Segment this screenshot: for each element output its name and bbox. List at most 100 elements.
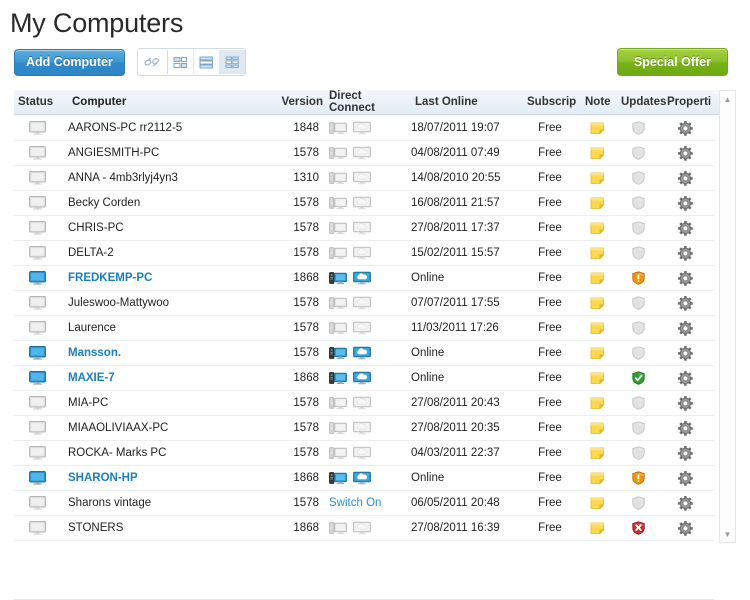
updates-shield-icon[interactable] [631,346,645,360]
note-icon[interactable] [590,171,605,185]
properties-cell[interactable] [661,195,709,211]
updates-shield-icon[interactable] [631,471,645,485]
direct-connect-cloud-icon[interactable] [353,121,371,135]
note-icon[interactable] [590,396,605,410]
gear-icon[interactable] [677,195,693,211]
gear-icon[interactable] [677,445,693,461]
note-icon[interactable] [590,196,605,210]
gear-icon[interactable] [677,245,693,261]
computer-name-cell[interactable]: FREDKEMP-PC [60,272,275,284]
direct-connect-cloud-icon[interactable] [353,296,371,310]
gear-icon[interactable] [677,345,693,361]
updates-cell[interactable] [615,246,661,260]
direct-connect-pc-icon[interactable] [329,196,347,210]
properties-cell[interactable] [661,170,709,186]
direct-connect-cloud-icon[interactable] [353,246,371,260]
direct-connect-pc-icon[interactable] [329,371,347,385]
note-icon[interactable] [590,271,605,285]
gear-icon[interactable] [677,295,693,311]
view-compact-button[interactable] [219,50,245,74]
properties-cell[interactable] [661,270,709,286]
column-header-last-online[interactable]: Last Online [405,96,525,108]
column-header-direct-connect[interactable]: Direct Connect [323,90,405,114]
note-cell[interactable] [579,196,615,210]
column-header-note[interactable]: Note [585,96,621,108]
note-cell[interactable] [579,346,615,360]
note-cell[interactable] [579,421,615,435]
gear-icon[interactable] [677,145,693,161]
direct-connect-pc-icon[interactable] [329,421,347,435]
updates-shield-icon[interactable] [631,421,645,435]
link-icon-button[interactable] [137,50,168,74]
properties-cell[interactable] [661,120,709,136]
note-icon[interactable] [590,246,605,260]
direct-connect-pc-icon[interactable] [329,396,347,410]
properties-cell[interactable] [661,445,709,461]
table-row[interactable]: Juleswoo-Mattywoo 1578 07/07/2011 17:55 Fre… [14,291,714,316]
switch-on-link[interactable]: Switch On [329,497,381,509]
note-icon[interactable] [590,421,605,435]
table-row[interactable]: MIA-PC 1578 27/08/2011 20:43 Free [14,391,714,416]
gear-icon[interactable] [677,220,693,236]
column-header-computer[interactable]: Computer [64,96,279,108]
updates-shield-icon[interactable] [631,521,645,535]
note-icon[interactable] [590,296,605,310]
note-icon[interactable] [590,471,605,485]
table-row[interactable]: CHRIS-PC 1578 27/08/2011 17:37 Free [14,216,714,241]
table-row[interactable]: AARONS-PC rr2112-5 1848 18/07/2011 19:07 Fr… [14,115,714,141]
note-icon[interactable] [590,521,605,535]
note-icon[interactable] [590,496,605,510]
gear-icon[interactable] [677,470,693,486]
updates-cell[interactable] [615,296,661,310]
gear-icon[interactable] [677,420,693,436]
note-icon[interactable] [590,121,605,135]
direct-connect-pc-icon[interactable] [329,246,347,260]
table-row[interactable]: MAXIE-7 1868 Online Free [14,366,714,391]
direct-connect-pc-icon[interactable] [329,321,347,335]
properties-cell[interactable] [661,345,709,361]
computer-name-cell[interactable]: STONERS [60,522,275,534]
updates-shield-icon[interactable] [631,371,645,385]
properties-cell[interactable] [661,220,709,236]
table-row[interactable]: DELTA-2 1578 15/02/2011 15:57 Free [14,241,714,266]
gear-icon[interactable] [677,495,693,511]
updates-cell[interactable] [615,421,661,435]
gear-icon[interactable] [677,120,693,136]
properties-cell[interactable] [661,145,709,161]
gear-icon[interactable] [677,395,693,411]
note-icon[interactable] [590,371,605,385]
computer-name-cell[interactable]: DELTA-2 [60,247,275,259]
note-cell[interactable] [579,471,615,485]
updates-shield-icon[interactable] [631,446,645,460]
direct-connect-pc-icon[interactable] [329,446,347,460]
scroll-up-arrow[interactable]: ▲ [720,91,735,107]
table-row[interactable]: Mansson. 1578 Online Free [14,341,714,366]
table-row[interactable]: Laurence 1578 11/03/2011 17:26 Free [14,316,714,341]
computer-name-cell[interactable]: Sharons vintage [60,497,275,509]
computer-name-cell[interactable]: ANNA - 4mb3rlyj4yn3 [60,172,275,184]
direct-connect-cloud-icon[interactable] [353,171,371,185]
updates-shield-icon[interactable] [631,296,645,310]
note-icon[interactable] [590,146,605,160]
updates-cell[interactable] [615,396,661,410]
updates-shield-icon[interactable] [631,321,645,335]
updates-cell[interactable] [615,221,661,235]
updates-cell[interactable] [615,371,661,385]
note-icon[interactable] [590,221,605,235]
note-icon[interactable] [590,321,605,335]
properties-cell[interactable] [661,495,709,511]
direct-connect-pc-icon[interactable] [329,346,347,360]
updates-shield-icon[interactable] [631,271,645,285]
note-cell[interactable] [579,496,615,510]
note-icon[interactable] [590,346,605,360]
updates-cell[interactable] [615,196,661,210]
updates-cell[interactable] [615,146,661,160]
direct-connect-cloud-icon[interactable] [353,146,371,160]
direct-connect-cloud-icon[interactable] [353,446,371,460]
direct-connect-cloud-icon[interactable] [353,396,371,410]
direct-connect-pc-icon[interactable] [329,121,347,135]
computer-name-cell[interactable]: MIA-PC [60,397,275,409]
direct-connect-cloud-icon[interactable] [353,221,371,235]
updates-cell[interactable] [615,446,661,460]
properties-cell[interactable] [661,520,709,536]
